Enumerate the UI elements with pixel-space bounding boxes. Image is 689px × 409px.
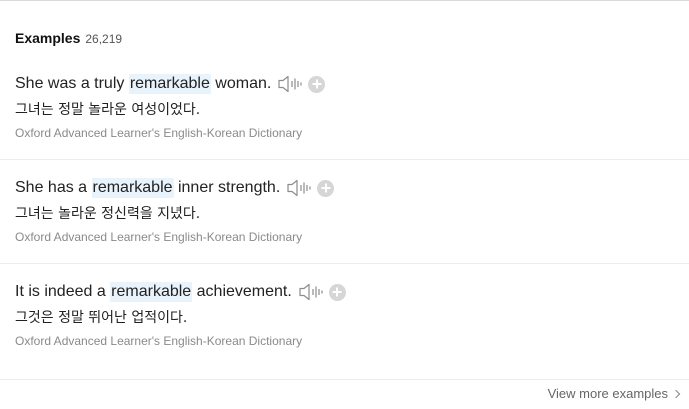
examples-count: 26,219 bbox=[85, 32, 123, 46]
example-source: Oxford Advanced Learner's English-Korean… bbox=[15, 230, 303, 244]
example-korean: 그것은 정말 뛰어난 업적이다. bbox=[15, 310, 188, 326]
keyword-highlight[interactable]: remarkable bbox=[91, 178, 174, 198]
english-text: inner strength. bbox=[173, 179, 281, 196]
add-icon[interactable] bbox=[308, 75, 326, 93]
top-divider bbox=[0, 0, 689, 1]
english-text: She has a bbox=[15, 179, 92, 196]
speaker-icon[interactable] bbox=[286, 178, 312, 198]
example-korean: 그녀는 정말 놀라운 여성이었다. bbox=[15, 102, 201, 118]
examples-header: Examples 26,219 bbox=[15, 30, 122, 46]
example-item: She was a truly remarkable woman. 그녀는 정말… bbox=[0, 72, 689, 176]
example-item: It is indeed a remarkable achievement. 그… bbox=[0, 280, 689, 384]
speaker-icon[interactable] bbox=[277, 74, 303, 94]
section-title: Examples bbox=[15, 30, 81, 46]
view-more-label: View more examples bbox=[547, 386, 668, 401]
add-icon[interactable] bbox=[328, 283, 346, 301]
view-more-examples-link[interactable]: View more examples bbox=[547, 386, 681, 401]
keyword-highlight[interactable]: remarkable bbox=[110, 282, 193, 302]
english-text: She was a truly bbox=[15, 75, 129, 92]
example-item: She has a remarkable inner strength. 그녀는… bbox=[0, 176, 689, 280]
speaker-icon[interactable] bbox=[298, 282, 324, 302]
keyword-highlight[interactable]: remarkable bbox=[128, 74, 211, 94]
example-english: It is indeed a remarkable achievement. bbox=[15, 280, 346, 304]
english-text: achievement. bbox=[192, 283, 292, 300]
add-icon[interactable] bbox=[317, 179, 335, 197]
chevron-right-icon bbox=[671, 389, 681, 398]
english-text: woman. bbox=[210, 75, 272, 92]
example-divider bbox=[0, 263, 689, 264]
example-source: Oxford Advanced Learner's English-Korean… bbox=[15, 334, 303, 348]
english-text: It is indeed a bbox=[15, 283, 111, 300]
footer-divider bbox=[0, 379, 689, 380]
example-divider bbox=[0, 159, 689, 160]
example-source: Oxford Advanced Learner's English-Korean… bbox=[15, 126, 303, 140]
example-english: She was a truly remarkable woman. bbox=[15, 72, 326, 96]
example-english: She has a remarkable inner strength. bbox=[15, 176, 335, 200]
example-korean: 그녀는 놀라운 정신력을 지녔다. bbox=[15, 206, 201, 222]
